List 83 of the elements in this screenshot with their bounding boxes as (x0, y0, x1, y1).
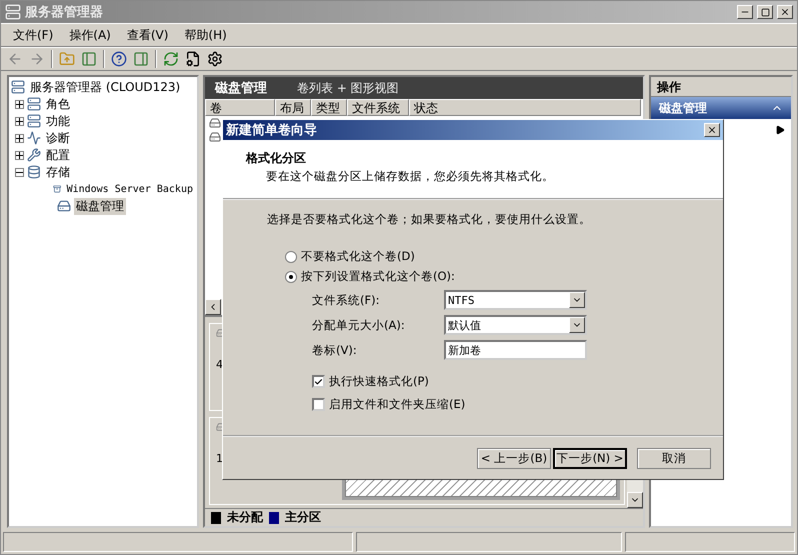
scroll-down-button[interactable] (627, 492, 643, 508)
checkbox-label: 启用文件和文件夹压缩(E) (329, 397, 466, 412)
expand-toggle[interactable] (15, 150, 24, 160)
tree-item[interactable]: 配置 (44, 146, 72, 164)
dialog-button[interactable]: 取消 (637, 448, 711, 468)
close-button[interactable] (704, 123, 720, 137)
actions-header: 操作 (651, 77, 791, 97)
dropdown-field[interactable]: 默认值 (444, 315, 587, 335)
column-header[interactable]: 文件系统 (347, 99, 409, 116)
properties-icon[interactable] (185, 51, 201, 67)
server-icon (11, 80, 25, 94)
radio-label: 不要格式化这个卷(D) (301, 249, 415, 264)
legend-label: 主分区 (285, 509, 321, 526)
database-icon (27, 165, 41, 179)
close-button[interactable] (777, 5, 793, 19)
field-label: 分配单元大小(A): (312, 318, 406, 332)
minimize-button[interactable] (737, 5, 753, 19)
menu-item[interactable]: 帮助(H) (178, 24, 233, 46)
scroll-left-button[interactable] (205, 299, 221, 315)
tree-item[interactable]: 功能 (44, 112, 72, 130)
menu-item[interactable]: 文件(F) (7, 24, 60, 46)
tree-item[interactable]: 磁盘管理 (74, 198, 126, 214)
radio-label: 按下列设置格式化这个卷(O): (301, 269, 455, 284)
maximize-button[interactable] (757, 5, 773, 19)
radio-button[interactable] (285, 270, 297, 282)
checkmark-icon (314, 376, 323, 386)
expand-toggle[interactable] (15, 116, 24, 126)
radio-button[interactable] (285, 250, 297, 262)
wrench-icon (27, 148, 41, 162)
input-field[interactable]: 新加卷 (444, 340, 587, 360)
legend-label: 未分配 (227, 509, 263, 526)
volume-icon (209, 131, 221, 143)
server-icon (27, 97, 41, 111)
refresh-icon[interactable] (163, 51, 179, 67)
expand-toggle[interactable] (15, 134, 24, 142)
plus-icon (16, 118, 23, 124)
column-header[interactable]: 布局 (275, 99, 311, 116)
panel-icon[interactable] (81, 51, 97, 67)
tree-item[interactable]: 诊断 (44, 130, 72, 146)
window-title: 服务器管理器 (25, 4, 104, 21)
close-icon (780, 7, 790, 17)
server-icon (27, 114, 41, 128)
expand-toggle[interactable] (15, 100, 24, 108)
dialog-button[interactable]: 下一步(N) > (553, 448, 627, 468)
instruction-text: 选择是否要格式化这个卷；如果要格式化，要使用什么设置。 (267, 212, 592, 227)
disk-label: 1 (216, 452, 223, 465)
dialog-button[interactable]: < 上一步(B) (477, 448, 551, 468)
page-heading: 格式化分区 (246, 150, 307, 167)
pulse-icon (27, 131, 41, 145)
checkbox[interactable] (312, 375, 325, 388)
dropdown-field[interactable]: NTFS (444, 290, 587, 310)
collapse-toggle[interactable] (15, 168, 24, 176)
panel-icon[interactable] (133, 51, 149, 67)
checkbox[interactable] (312, 398, 325, 411)
plus-icon (16, 134, 23, 142)
maximize-icon (760, 8, 770, 16)
tree-item[interactable]: 存储 (44, 164, 72, 180)
pane-title: 磁盘管理 (215, 80, 267, 97)
tree-item[interactable]: 角色 (44, 96, 72, 112)
view-label: 卷列表 + 图形视图 (297, 80, 399, 96)
volume-icon (209, 117, 221, 129)
dialog-title: 新建简单卷向导 (226, 122, 317, 139)
close-icon (707, 125, 717, 135)
column-header[interactable]: 类型 (311, 99, 347, 116)
menu-item[interactable]: 操作(A) (63, 24, 117, 46)
field-label: 文件系统(F): (312, 292, 380, 308)
checkbox-label: 执行快速格式化(P) (329, 374, 429, 389)
actions-section[interactable]: 磁盘管理 (651, 97, 791, 119)
field-label: 卷标(V): (312, 342, 358, 358)
tree-item[interactable]: 服务器管理器 (CLOUD123) (28, 78, 182, 96)
disk-label: 4 (216, 358, 223, 371)
page-subtitle: 要在这个磁盘分区上储存数据，您必须先将其格式化。 (265, 169, 555, 184)
plus-icon (16, 100, 23, 108)
hard-drive-icon (57, 199, 71, 213)
column-header[interactable]: 状态 (409, 99, 641, 116)
menu-item[interactable]: 查看(V) (120, 24, 174, 46)
settings-icon[interactable] (207, 51, 223, 67)
app-icon (5, 4, 21, 20)
column-header[interactable]: 卷 (205, 99, 275, 116)
help-icon[interactable] (111, 51, 127, 67)
plus-icon (16, 152, 23, 158)
tree-item[interactable]: Windows Server Backup (64, 184, 195, 194)
submenu-arrow-icon (775, 125, 785, 135)
